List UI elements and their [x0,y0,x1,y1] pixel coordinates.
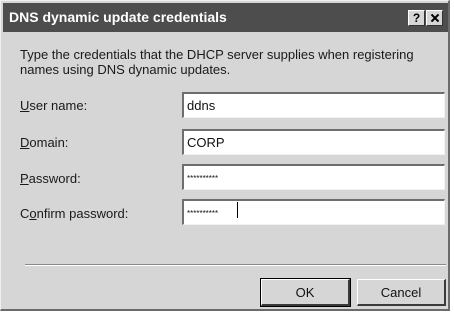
domain-label-text: omain: [29,135,69,150]
cancel-button[interactable]: Cancel [357,279,446,306]
password-label-accel: P [20,171,29,186]
close-icon [427,11,442,25]
confirm-password-label-pre: C [20,206,30,221]
instructions-text: Type the credentials that the DHCP serve… [20,47,414,77]
text-caret [237,202,238,218]
user-name-label: User name: [20,98,87,113]
confirm-password-label: Confirm password: [20,206,128,221]
password-input[interactable] [182,164,445,190]
help-icon: ? [412,11,421,25]
close-button[interactable] [426,10,443,26]
confirm-password-label-accel: o [29,206,37,221]
ok-button[interactable]: OK [260,278,351,307]
user-name-label-accel: U [20,98,30,113]
password-label-text: assword: [28,171,81,186]
user-name-label-text: ser name: [29,98,88,113]
credentials-dialog: DNS dynamic update credentials ? Type th… [0,0,450,311]
button-separator [25,264,446,266]
domain-input[interactable] [182,129,445,155]
domain-label: Domain: [20,135,68,150]
help-button[interactable]: ? [408,10,425,26]
user-name-input[interactable] [182,92,445,118]
dialog-title: DNS dynamic update credentials [9,9,227,25]
confirm-password-label-text: nfirm password: [36,206,129,221]
confirm-password-input[interactable] [182,199,445,225]
password-label: Password: [20,171,81,186]
title-bar[interactable]: DNS dynamic update credentials ? [3,3,448,32]
domain-label-accel: D [20,135,30,150]
